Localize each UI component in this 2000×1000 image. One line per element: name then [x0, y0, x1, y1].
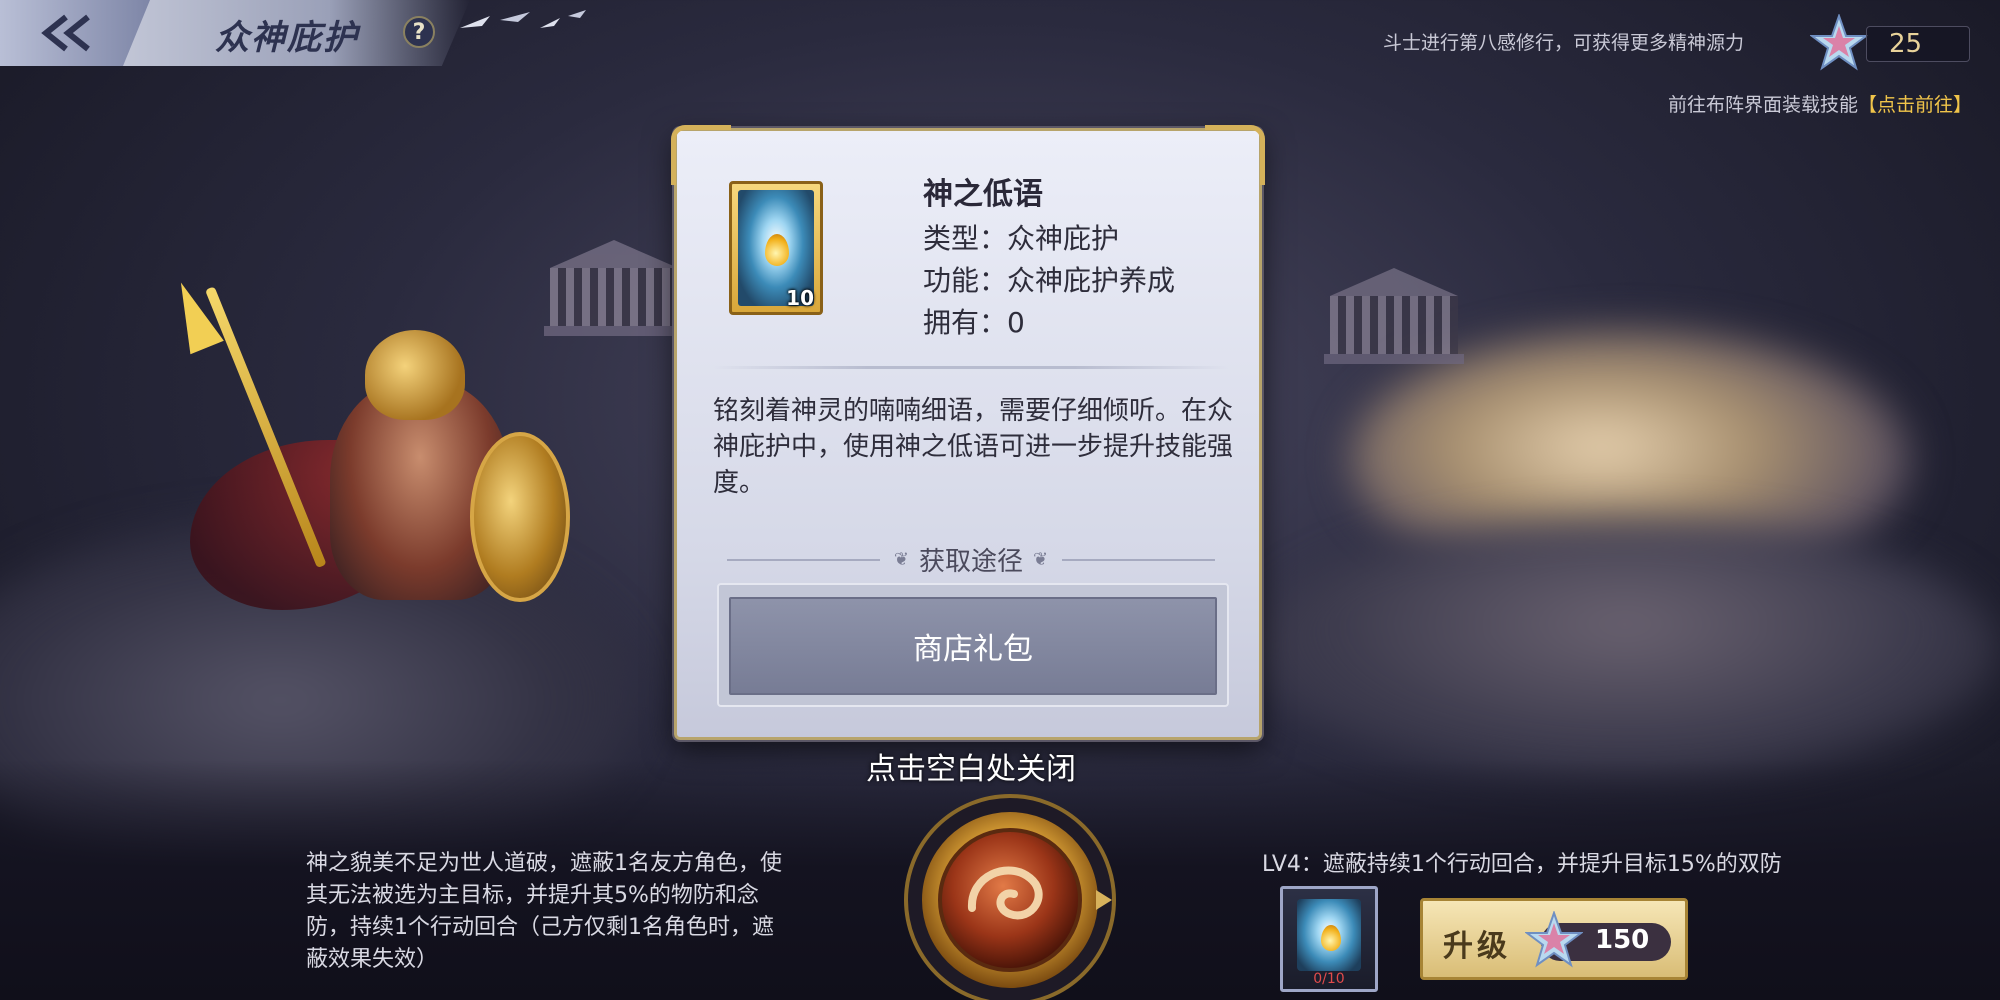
question-icon[interactable]: ? [403, 16, 435, 48]
goto-text: 前往布阵界面装载技能 [1667, 94, 1858, 116]
star-icon [1810, 14, 1868, 71]
cultivation-hint: 斗士进行第八感修行，可获得更多精神源力 [1383, 32, 1745, 54]
divider [713, 366, 1229, 369]
goto-formation-link[interactable]: 前往布阵界面装载技能【点击前往】 [1668, 90, 1972, 117]
goto-click-text[interactable]: 【点击前往】 [1858, 94, 1972, 116]
item-function: 功能：众神庇护养成 [923, 264, 1176, 297]
item-type: 类型：众神庇护 [923, 222, 1120, 255]
acquisition-header: ❦ 获取途径 ❦ [713, 541, 1229, 578]
star-icon [1525, 911, 1583, 968]
background-cloud-lower-right [1250, 520, 2000, 780]
item-name: 神之低语 [923, 177, 1043, 212]
sparkle-decoration-icon [460, 10, 586, 28]
double-chevron-left-icon [41, 14, 90, 52]
shop-package-button[interactable]: 商店礼包 [729, 597, 1217, 695]
acquisition-title: 获取途径 [919, 547, 1024, 577]
material-slot[interactable]: 0/10 [1280, 886, 1378, 992]
popup-corner-ornament [671, 125, 731, 185]
popup-corner-ornament [1205, 125, 1265, 185]
item-owned: 拥有：0 [923, 306, 1025, 339]
whisper-drop-icon: 10 [729, 181, 823, 315]
skill-orb-icon[interactable] [900, 790, 1120, 1000]
currency-counter: 25 [1866, 26, 1970, 62]
upgrade-cost: 150 [1595, 925, 1650, 955]
item-stack-count: 10 [786, 286, 814, 310]
material-progress: 0/10 [1313, 971, 1345, 987]
upgrade-button[interactable]: 升级 150 [1420, 898, 1688, 980]
temple-right-decoration [1324, 268, 1464, 364]
acquisition-panel: 商店礼包 [717, 583, 1229, 707]
item-detail-popup: 10 神之低语 类型：众神庇护 功能：众神庇护养成 拥有：0 铭刻着神灵的喃喃细… [671, 125, 1265, 740]
item-description: 铭刻着神灵的喃喃细语，需要仔细倾听。在众神庇护中，使用神之低语可进一步提升技能强… [713, 396, 1234, 498]
upgrade-label: 升级 [1443, 929, 1511, 964]
temple-left-decoration [544, 240, 684, 336]
page-title: 众神庇护 [215, 18, 359, 58]
level-effect: LV4：遮蔽持续1个行动回合，并提升目标15%的双防 [1262, 852, 1782, 877]
close-hint[interactable]: 点击空白处关闭 [866, 744, 1076, 788]
skill-description: 神之貌美不足为世人道破，遮蔽1名友方角色，使其无法被选为主目标，并提升其5%的物… [306, 851, 782, 972]
